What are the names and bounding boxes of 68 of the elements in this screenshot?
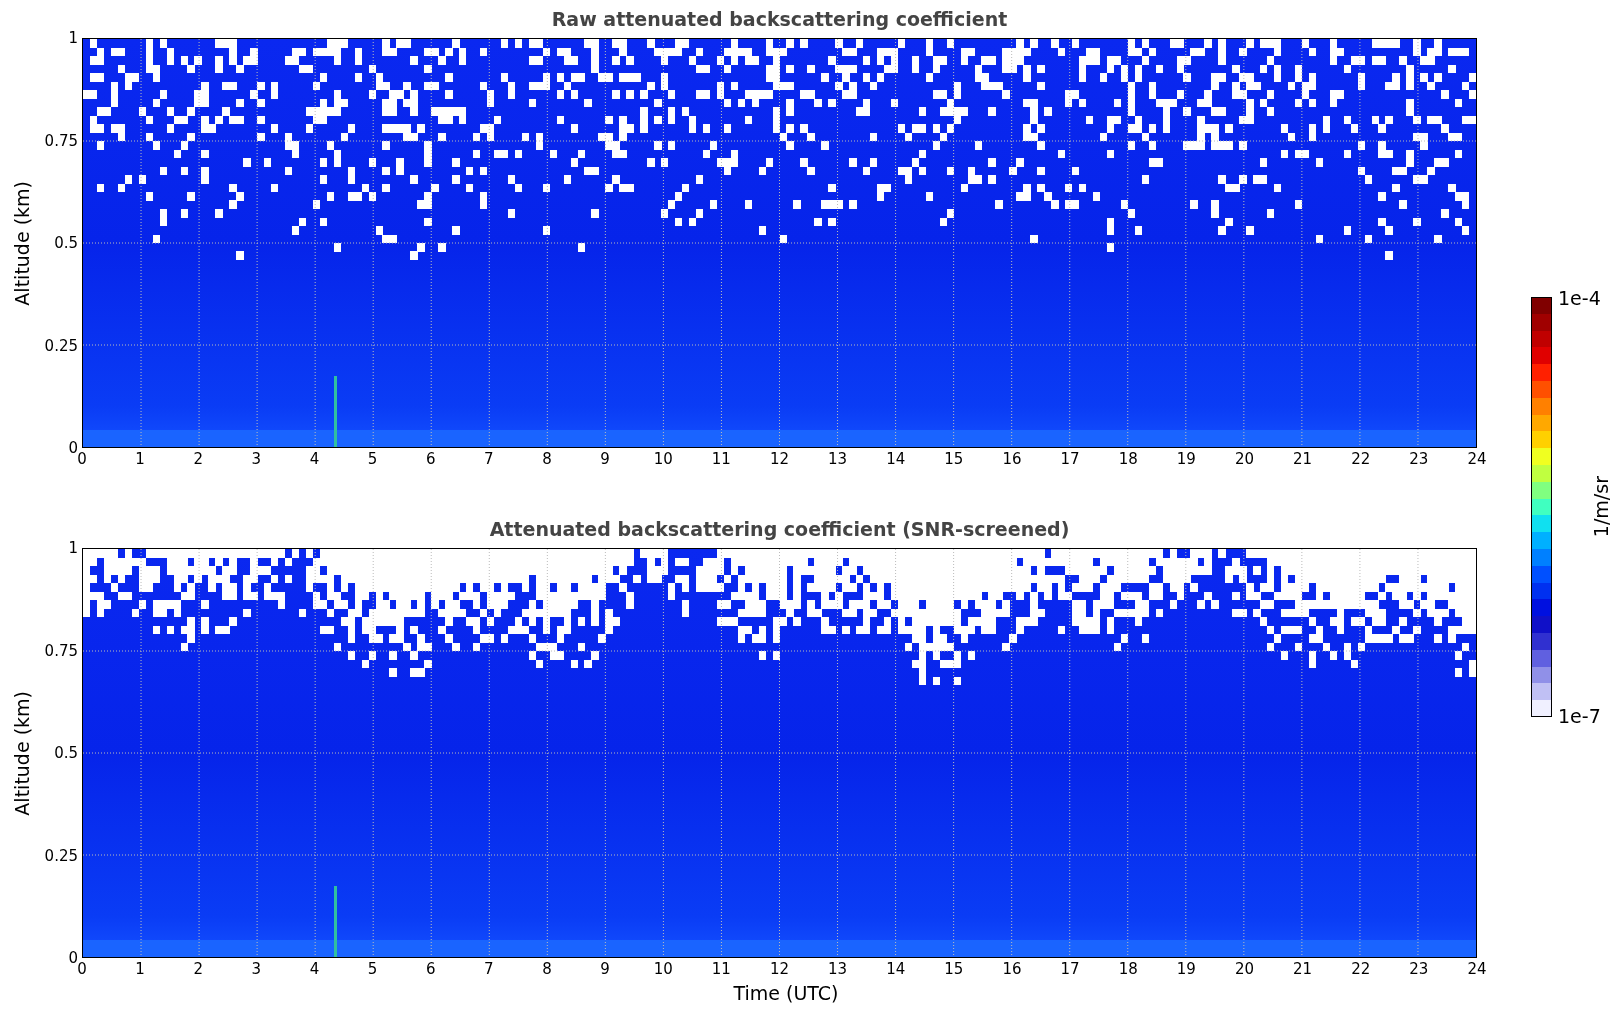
x-tick-label: 6 [424, 960, 437, 980]
x-tick-label: 10 [652, 960, 674, 980]
y-tick-label: 0.25 [44, 846, 78, 865]
colorbar-label: 1/m/sr [1590, 476, 1612, 538]
x-tick-label: 2 [192, 960, 204, 980]
colorbar-tick-label: 1e-4 [1558, 287, 1601, 309]
x-tick-label: 18 [1117, 960, 1139, 980]
plot-title: Attenuated backscattering coefficient (SNR-screened) [489, 518, 1070, 540]
x-tick-label: 20 [1233, 450, 1256, 470]
x-tick-label: 16 [1001, 450, 1023, 470]
y-tick-label: 0.75 [44, 131, 78, 150]
x-tick-label: 22 [1350, 450, 1372, 470]
colorbar-tick-label: 1e-7 [1558, 705, 1601, 727]
y-tick-label: 1 [68, 539, 78, 557]
y-axis-label: Altitude (km) [11, 180, 33, 306]
y-tick-label: 0 [68, 439, 78, 457]
y-tick-label: 0.25 [44, 336, 78, 355]
x-tick-label: 1 [134, 450, 146, 470]
x-tick-label: 21 [1292, 450, 1314, 470]
x-tick-label: 18 [1117, 450, 1139, 470]
y-tick-label: 1 [68, 29, 78, 47]
y-axis-label: Altitude (km) [11, 690, 33, 816]
x-tick-label: 4 [308, 450, 321, 470]
x-tick-label: 5 [366, 960, 379, 980]
x-tick-label: 11 [710, 450, 732, 470]
x-tick-label: 3 [250, 450, 263, 470]
y-tick-label: 0.5 [54, 234, 78, 252]
x-tick-label: 22 [1350, 960, 1372, 980]
x-tick-label: 17 [1059, 960, 1081, 980]
x-tick-label: 3 [250, 960, 263, 980]
y-tick-label: 0.75 [44, 641, 78, 660]
x-tick-label: 9 [599, 960, 611, 980]
x-tick-label: 23 [1408, 960, 1430, 980]
plot-title: Raw attenuated backscattering coefficient [551, 8, 1008, 30]
x-tick-label: 5 [366, 450, 379, 470]
x-tick-label: 14 [885, 960, 907, 980]
x-tick-label: 13 [827, 960, 849, 980]
x-tick-label: 7 [483, 960, 495, 980]
x-tick-label: 17 [1059, 450, 1081, 470]
x-tick-label: 4 [308, 960, 321, 980]
y-tick-label: 0 [68, 949, 78, 967]
x-tick-label: 20 [1233, 960, 1256, 980]
x-tick-label: 8 [541, 960, 553, 980]
x-tick-label: 0 [77, 450, 88, 470]
x-tick-label: 11 [710, 960, 732, 980]
x-tick-label: 19 [1175, 960, 1197, 980]
x-tick-label: 7 [483, 450, 495, 470]
x-tick-label: 14 [885, 450, 907, 470]
x-tick-label: 12 [768, 960, 791, 980]
x-tick-label: 0 [77, 960, 88, 980]
x-tick-label: 16 [1001, 960, 1023, 980]
x-tick-label: 24 [1466, 450, 1488, 470]
x-tick-label: 12 [768, 450, 791, 470]
x-tick-label: 9 [599, 450, 611, 470]
x-tick-label: 2 [192, 450, 204, 470]
x-tick-label: 24 [1466, 960, 1488, 980]
x-axis-label: Time (UTC) [733, 982, 839, 1004]
x-tick-label: 13 [827, 450, 849, 470]
x-tick-label: 15 [943, 960, 965, 980]
x-tick-label: 21 [1292, 960, 1314, 980]
x-tick-label: 15 [943, 450, 965, 470]
x-tick-label: 1 [134, 960, 146, 980]
x-tick-label: 19 [1175, 450, 1197, 470]
x-tick-label: 10 [652, 450, 674, 470]
x-tick-label: 6 [424, 450, 437, 470]
y-tick-label: 0.5 [54, 744, 78, 762]
x-tick-label: 23 [1408, 450, 1430, 470]
x-tick-label: 8 [541, 450, 553, 470]
